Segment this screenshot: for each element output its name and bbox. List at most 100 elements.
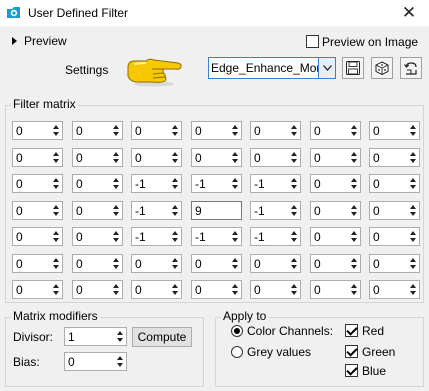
spin-down-icon[interactable] — [232, 132, 238, 136]
matrix-cell-r1-c2[interactable]: 0 — [131, 148, 182, 167]
spin-up-icon[interactable] — [351, 284, 357, 288]
spin-up-icon[interactable] — [113, 284, 119, 288]
matrix-cell-spinner[interactable] — [290, 150, 299, 165]
spin-up-icon[interactable] — [232, 178, 238, 182]
matrix-cell-r5-c4[interactable]: 0 — [250, 254, 301, 273]
spin-up-icon[interactable] — [351, 152, 357, 156]
matrix-cell-r6-c6[interactable]: 0 — [369, 280, 420, 299]
spin-down-icon[interactable] — [351, 159, 357, 163]
spin-up-icon[interactable] — [291, 125, 297, 129]
matrix-cell-r1-c0[interactable]: 0 — [12, 148, 63, 167]
spin-up-icon[interactable] — [410, 152, 416, 156]
spin-down-icon[interactable] — [291, 291, 297, 295]
matrix-cell-spinner[interactable] — [171, 256, 180, 271]
expand-arrow-icon[interactable] — [12, 37, 17, 45]
matrix-cell-r6-c1[interactable]: 0 — [72, 280, 123, 299]
matrix-cell-r5-c5[interactable]: 0 — [310, 254, 361, 273]
spin-down-icon[interactable] — [172, 132, 178, 136]
matrix-cell-spinner[interactable] — [350, 282, 359, 297]
spin-up-icon[interactable] — [232, 258, 238, 262]
spin-down-icon[interactable] — [410, 238, 416, 242]
matrix-cell-spinner[interactable] — [52, 150, 61, 165]
spin-down-icon[interactable] — [351, 291, 357, 295]
spin-up-icon[interactable] — [53, 125, 59, 129]
matrix-cell-spinner[interactable] — [52, 256, 61, 271]
spin-down-icon[interactable] — [410, 185, 416, 189]
matrix-cell-r5-c2[interactable]: 0 — [131, 254, 182, 273]
spin-down-icon[interactable] — [113, 238, 119, 242]
spin-down-icon[interactable] — [117, 338, 123, 342]
spin-down-icon[interactable] — [172, 185, 178, 189]
matrix-cell-spinner[interactable] — [409, 150, 418, 165]
matrix-cell-r3-c5[interactable]: 0 — [310, 201, 361, 220]
spin-up-icon[interactable] — [351, 178, 357, 182]
spin-up-icon[interactable] — [291, 231, 297, 235]
matrix-cell-spinner[interactable] — [290, 123, 299, 138]
matrix-cell-r0-c0[interactable]: 0 — [12, 121, 63, 140]
matrix-cell-spinner[interactable] — [171, 176, 180, 191]
matrix-cell-spinner[interactable] — [112, 229, 121, 244]
matrix-cell-r4-c5[interactable]: 0 — [310, 227, 361, 246]
matrix-cell-spinner[interactable] — [231, 256, 240, 271]
matrix-cell-spinner[interactable] — [409, 282, 418, 297]
matrix-cell-r0-c2[interactable]: 0 — [131, 121, 182, 140]
spin-down-icon[interactable] — [113, 265, 119, 269]
spin-up-icon[interactable] — [113, 258, 119, 262]
matrix-cell-spinner[interactable] — [350, 123, 359, 138]
dropdown-arrow[interactable] — [318, 58, 335, 78]
spin-up-icon[interactable] — [172, 125, 178, 129]
spin-down-icon[interactable] — [232, 238, 238, 242]
spin-up-icon[interactable] — [53, 231, 59, 235]
matrix-cell-spinner[interactable] — [350, 176, 359, 191]
spin-down-icon[interactable] — [291, 265, 297, 269]
spin-up-icon[interactable] — [53, 178, 59, 182]
compute-button[interactable]: Compute — [132, 327, 192, 347]
matrix-cell-r4-c1[interactable]: 0 — [72, 227, 123, 246]
color-channels-radio[interactable] — [231, 324, 243, 337]
matrix-cell-r6-c3[interactable]: 0 — [191, 280, 242, 299]
matrix-cell-r0-c3[interactable]: 0 — [191, 121, 242, 140]
matrix-cell-spinner[interactable] — [350, 229, 359, 244]
matrix-cell-r0-c1[interactable]: 0 — [72, 121, 123, 140]
matrix-cell-r6-c2[interactable]: 0 — [131, 280, 182, 299]
matrix-cell-spinner[interactable] — [52, 282, 61, 297]
matrix-cell-r4-c0[interactable]: 0 — [12, 227, 63, 246]
matrix-cell-r2-c0[interactable]: 0 — [12, 174, 63, 193]
matrix-cell-r0-c4[interactable]: 0 — [250, 121, 301, 140]
spin-up-icon[interactable] — [53, 152, 59, 156]
spin-up-icon[interactable] — [113, 231, 119, 235]
spin-up-icon[interactable] — [351, 125, 357, 129]
matrix-cell-r1-c6[interactable]: 0 — [369, 148, 420, 167]
spin-down-icon[interactable] — [351, 238, 357, 242]
matrix-cell-spinner[interactable] — [52, 229, 61, 244]
spin-up-icon[interactable] — [410, 258, 416, 262]
spin-down-icon[interactable] — [53, 159, 59, 163]
spin-down-icon[interactable] — [117, 363, 123, 367]
matrix-cell-spinner[interactable] — [290, 282, 299, 297]
spin-down-icon[interactable] — [351, 212, 357, 216]
spin-down-icon[interactable] — [172, 212, 178, 216]
spin-up-icon[interactable] — [291, 152, 297, 156]
spin-up-icon[interactable] — [113, 152, 119, 156]
matrix-cell-spinner[interactable] — [171, 282, 180, 297]
matrix-cell-spinner[interactable] — [52, 123, 61, 138]
spin-down-icon[interactable] — [53, 291, 59, 295]
matrix-cell-r2-c4[interactable]: -1 — [250, 174, 301, 193]
color-channels-option[interactable]: Color Channels: — [231, 323, 333, 338]
matrix-cell-spinner[interactable] — [231, 150, 240, 165]
matrix-cell-r6-c4[interactable]: 0 — [250, 280, 301, 299]
matrix-cell-r1-c1[interactable]: 0 — [72, 148, 123, 167]
spin-down-icon[interactable] — [291, 159, 297, 163]
spin-up-icon[interactable] — [351, 205, 357, 209]
matrix-cell-r5-c1[interactable]: 0 — [72, 254, 123, 273]
spin-down-icon[interactable] — [172, 238, 178, 242]
spin-down-icon[interactable] — [113, 185, 119, 189]
spin-down-icon[interactable] — [172, 265, 178, 269]
matrix-cell-spinner[interactable] — [231, 123, 240, 138]
matrix-cell-r3-c1[interactable]: 0 — [72, 201, 123, 220]
spin-up-icon[interactable] — [53, 205, 59, 209]
spin-down-icon[interactable] — [291, 212, 297, 216]
spin-up-icon[interactable] — [172, 258, 178, 262]
spin-up-icon[interactable] — [117, 331, 123, 335]
spin-up-icon[interactable] — [113, 178, 119, 182]
